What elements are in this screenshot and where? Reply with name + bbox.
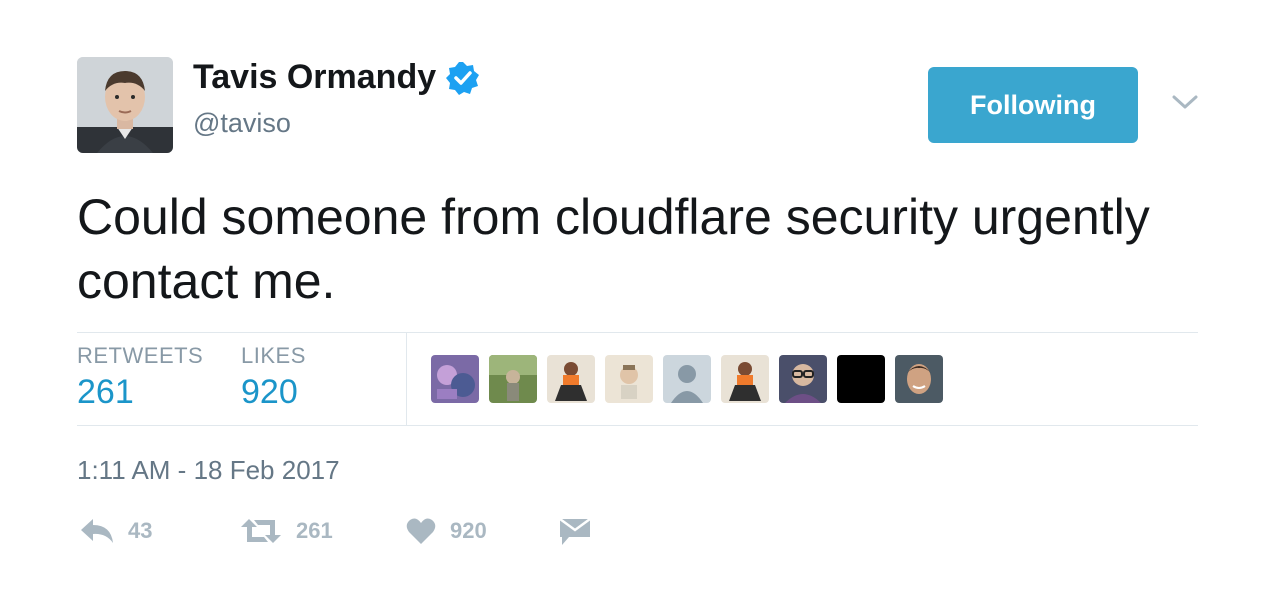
liker-avatar[interactable]	[721, 355, 769, 403]
author-avatar[interactable]	[77, 57, 173, 153]
like-count: 920	[450, 518, 487, 543]
liker-avatar[interactable]	[489, 355, 537, 403]
retweets-label: RETWEETS	[77, 343, 204, 368]
liker-avatar[interactable]	[547, 355, 595, 403]
direct-message-button[interactable]	[559, 517, 591, 547]
likes-value: 920	[241, 373, 298, 411]
author-handle[interactable]: @taviso	[193, 108, 291, 139]
reply-button[interactable]: 43	[80, 517, 152, 545]
retweets-value: 261	[77, 373, 134, 411]
retweets-stat[interactable]: RETWEETS 261	[77, 343, 203, 412]
author-name[interactable]: Tavis Ormandy	[193, 58, 480, 97]
chevron-down-icon[interactable]	[1170, 90, 1200, 114]
reply-icon	[81, 519, 113, 543]
retweet-icon	[241, 519, 281, 543]
liker-avatar[interactable]	[837, 355, 885, 403]
likers-avatar-list	[431, 355, 943, 403]
tweet-text: Could someone from cloudflare security u…	[77, 189, 1150, 309]
tweet-stats: RETWEETS 261 LIKES 920	[77, 333, 1198, 425]
verified-badge-icon	[446, 61, 480, 95]
default-avatar[interactable]	[663, 355, 711, 403]
liker-avatar[interactable]	[431, 355, 479, 403]
liker-avatar[interactable]	[605, 355, 653, 403]
retweet-button[interactable]: 261	[240, 517, 333, 545]
likes-label: LIKES	[241, 343, 306, 368]
reply-count: 43	[128, 518, 153, 543]
liker-avatar[interactable]	[779, 355, 827, 403]
retweet-count: 261	[296, 518, 333, 543]
divider	[77, 425, 1198, 426]
likes-stat[interactable]: LIKES 920	[241, 343, 306, 412]
message-icon	[559, 517, 591, 545]
following-button[interactable]: Following	[928, 67, 1138, 143]
heart-icon	[406, 518, 436, 544]
like-button[interactable]: 920	[406, 517, 487, 545]
tweet-timestamp[interactable]: 1:11 AM - 18 Feb 2017	[77, 455, 340, 486]
liker-avatar[interactable]	[895, 355, 943, 403]
stats-separator	[406, 333, 407, 425]
author-name-text[interactable]: Tavis Ormandy	[193, 58, 436, 97]
